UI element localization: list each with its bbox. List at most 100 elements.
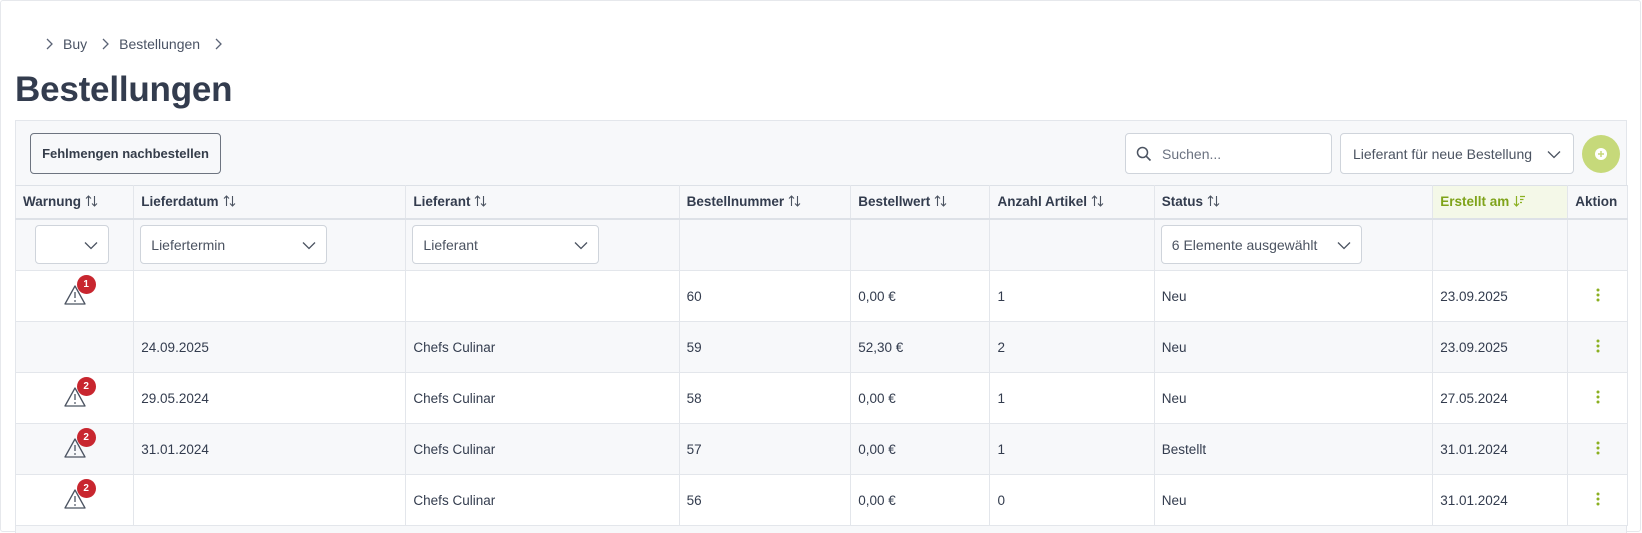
column-header-status[interactable]: Status <box>1153 185 1434 220</box>
cell-bestellwert: 0,00 € <box>850 423 991 475</box>
table-row[interactable]: 24.09.2025 Chefs Culinar 59 52,30 € 2 Ne… <box>14 321 1628 373</box>
warning-cell: 2 <box>14 474 135 526</box>
cell-lieferant: Chefs Culinar <box>405 321 680 373</box>
kebab-menu-icon[interactable] <box>1595 288 1601 302</box>
warning-count-badge: 2 <box>76 376 96 396</box>
column-header-bestellwert[interactable]: Bestellwert <box>850 185 991 220</box>
chevron-down-icon <box>84 237 98 253</box>
table-row[interactable]: 1 60 0,00 € 1 Neu 23.09.2025 <box>14 270 1628 322</box>
warning-cell <box>14 321 135 373</box>
breadcrumb: Buy Bestellungen <box>40 35 227 53</box>
filter-cell-empty <box>1567 218 1628 271</box>
chevron-right-icon <box>209 35 227 53</box>
filter-cell-warnung <box>14 218 135 271</box>
cell-bestellnummer: 59 <box>678 321 852 373</box>
cell-status: Neu <box>1153 321 1434 373</box>
page: Buy Bestellungen Bestellungen Fehlmengen… <box>0 0 1642 533</box>
search-field[interactable] <box>1125 133 1332 174</box>
warning-cell: 2 <box>14 423 135 475</box>
kebab-menu-icon[interactable] <box>1595 441 1601 455</box>
new-order-supplier-select[interactable]: Lieferant für neue Bestellung <box>1340 133 1574 174</box>
add-order-button[interactable] <box>1582 135 1620 173</box>
plus-circle-icon <box>1595 148 1607 160</box>
column-header-bestellnummer[interactable]: Bestellnummer <box>678 185 852 220</box>
action-cell <box>1567 423 1628 475</box>
column-header-lieferant[interactable]: Lieferant <box>405 185 680 220</box>
sort-icon[interactable] <box>474 194 487 210</box>
sort-icon[interactable] <box>1207 194 1220 210</box>
cell-anzahl-artikel: 1 <box>989 372 1155 424</box>
supplier-select-label: Lieferant für neue Bestellung <box>1353 145 1533 162</box>
action-cell <box>1567 270 1628 322</box>
search-icon <box>1126 133 1162 174</box>
sort-icon[interactable] <box>934 194 947 210</box>
reorder-shortages-button[interactable]: Fehlmengen nachbestellen <box>30 133 221 174</box>
filter-cell-status: 6 Elemente ausgewählt <box>1153 218 1434 271</box>
table-row[interactable]: 2 31.01.2024 Chefs Culinar 57 0,00 € 1 B… <box>14 423 1628 475</box>
sort-icon[interactable] <box>85 194 98 210</box>
warning-indicator[interactable]: 2 <box>63 376 96 408</box>
cell-bestellwert: 52,30 € <box>850 321 991 373</box>
table-filter-row: Liefertermin Lieferant 6 Elemente ausgew… <box>14 218 1628 271</box>
chevron-right-icon <box>40 35 58 53</box>
warning-indicator[interactable]: 2 <box>63 478 96 510</box>
sort-icon[interactable] <box>1091 194 1104 210</box>
column-header-erstellt-am[interactable]: Erstellt am <box>1432 185 1569 220</box>
cell-anzahl-artikel: 1 <box>989 270 1155 322</box>
filter-cell-empty <box>1432 218 1569 271</box>
sort-icon[interactable] <box>788 194 801 210</box>
chevron-down-icon <box>302 237 316 253</box>
sort-descending-icon[interactable] <box>1513 195 1526 210</box>
filter-cell-empty <box>989 218 1155 271</box>
filter-cell-empty <box>850 218 991 271</box>
breadcrumb-item-buy[interactable]: Buy <box>63 36 87 52</box>
cell-lieferant: Chefs Culinar <box>405 474 680 526</box>
kebab-menu-icon[interactable] <box>1595 390 1601 404</box>
kebab-menu-icon[interactable] <box>1595 339 1601 353</box>
warning-indicator[interactable]: 1 <box>63 274 96 306</box>
chevron-right-icon <box>96 35 114 53</box>
search-input[interactable] <box>1162 145 1322 162</box>
column-header-lieferdatum[interactable]: Lieferdatum <box>133 185 407 220</box>
cell-status: Neu <box>1153 270 1434 322</box>
cell-bestellnummer: 57 <box>678 423 852 475</box>
column-header-anzahl-artikel[interactable]: Anzahl Artikel <box>989 185 1155 220</box>
warning-count-badge: 2 <box>76 478 96 498</box>
warning-cell: 2 <box>14 372 135 424</box>
filter-cell-empty <box>678 218 852 271</box>
warning-count-badge: 1 <box>76 274 96 294</box>
cell-erstellt-am: 23.09.2025 <box>1432 321 1569 373</box>
warnung-filter-select[interactable] <box>35 225 109 265</box>
cell-lieferant: Chefs Culinar <box>405 423 680 475</box>
cell-anzahl-artikel: 2 <box>989 321 1155 373</box>
cell-bestellnummer: 58 <box>678 372 852 424</box>
sort-icon[interactable] <box>223 194 236 210</box>
cell-erstellt-am: 31.01.2024 <box>1432 474 1569 526</box>
breadcrumb-item-bestellungen[interactable]: Bestellungen <box>119 36 200 52</box>
filter-cell-lieferdatum: Liefertermin <box>133 218 407 271</box>
lieferdatum-filter-select[interactable]: Liefertermin <box>140 225 328 265</box>
column-header-warnung[interactable]: Warnung <box>14 185 135 220</box>
cell-anzahl-artikel: 0 <box>989 474 1155 526</box>
cell-lieferdatum <box>133 474 407 526</box>
column-header-aktion: Aktion <box>1567 185 1628 220</box>
cell-anzahl-artikel: 1 <box>989 423 1155 475</box>
action-cell <box>1567 372 1628 424</box>
cell-bestellwert: 0,00 € <box>850 270 991 322</box>
cell-lieferdatum: 24.09.2025 <box>133 321 407 373</box>
orders-table: Warnung Lieferdatum Lieferant Bestellnum… <box>14 185 1628 526</box>
lieferant-filter-select[interactable]: Lieferant <box>412 225 600 265</box>
table-row[interactable]: 2 Chefs Culinar 56 0,00 € 0 Neu 31.01.20… <box>14 474 1628 526</box>
cell-bestellwert: 0,00 € <box>850 372 991 424</box>
table-row[interactable]: 2 29.05.2024 Chefs Culinar 58 0,00 € 1 N… <box>14 372 1628 424</box>
warning-indicator[interactable]: 2 <box>63 427 96 459</box>
filter-cell-lieferant: Lieferant <box>405 218 680 271</box>
cell-bestellnummer: 56 <box>678 474 852 526</box>
orders-panel: Fehlmengen nachbestellen Lieferant für n… <box>14 120 1628 533</box>
cell-bestellnummer: 60 <box>678 270 852 322</box>
warning-count-badge: 2 <box>76 427 96 447</box>
cell-erstellt-am: 31.01.2024 <box>1432 423 1569 475</box>
kebab-menu-icon[interactable] <box>1595 492 1601 506</box>
cell-lieferant: Chefs Culinar <box>405 372 680 424</box>
status-filter-select[interactable]: 6 Elemente ausgewählt <box>1160 225 1362 265</box>
